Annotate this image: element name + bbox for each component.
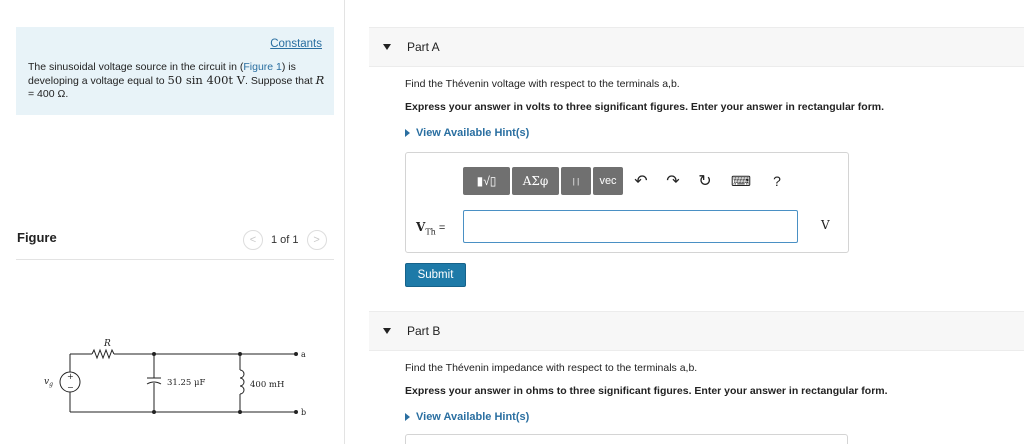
node-dot-3 bbox=[152, 410, 156, 414]
terminal-a-label: a bbox=[301, 350, 306, 359]
resistor-symbol: R bbox=[315, 73, 325, 87]
figure-pager: < 1 of 1 > bbox=[243, 230, 327, 250]
undo-icon: ↶ bbox=[634, 173, 648, 190]
resistor-label: R bbox=[103, 339, 111, 349]
absolute-value-button[interactable]: | | bbox=[561, 167, 591, 195]
part-b-answer-box bbox=[405, 434, 848, 444]
chevron-right-icon: > bbox=[313, 234, 320, 246]
keyboard-button[interactable]: ⌨ bbox=[721, 167, 761, 195]
redo-button[interactable]: ↷ bbox=[657, 167, 689, 195]
templates-button[interactable]: ▮√▯ bbox=[463, 167, 510, 195]
caret-right-icon bbox=[405, 413, 410, 421]
vth-unit: V bbox=[821, 218, 830, 232]
math-toolbar: ▮√▯ ΑΣφ | | vec ↶ ↷ ↻ ⌨ ? bbox=[463, 167, 793, 195]
capacitor-label: 31.25 μF bbox=[167, 378, 206, 388]
problem-info-box: Constants The sinusoidal voltage source … bbox=[16, 27, 334, 115]
resistor-value: = 400 Ω. bbox=[28, 88, 69, 100]
part-a-instruction: Express your answer in volts to three si… bbox=[405, 101, 885, 113]
voltage-expression: 50 sin 400t V bbox=[167, 73, 245, 87]
problem-text-3: . Suppose that bbox=[245, 75, 316, 87]
undo-button[interactable]: ↶ bbox=[625, 167, 657, 195]
part-a-hint-link[interactable]: View Available Hint(s) bbox=[405, 127, 529, 139]
figure-divider bbox=[16, 259, 334, 260]
source-minus: − bbox=[67, 383, 74, 392]
help-icon: ? bbox=[773, 173, 781, 189]
circuit-diagram: R vg + − 31.25 μF 400 mH a b bbox=[44, 339, 306, 417]
problem-text-1: The sinusoidal voltage source in the cir… bbox=[28, 61, 244, 73]
redo-icon: ↷ bbox=[666, 173, 680, 190]
part-b-header[interactable]: Part B bbox=[369, 311, 1024, 351]
node-dot-1 bbox=[152, 352, 156, 356]
source-plus: + bbox=[67, 372, 74, 381]
part-a-header[interactable]: Part A bbox=[369, 27, 1024, 67]
part-a-answer-box: ▮√▯ ΑΣφ | | vec ↶ ↷ ↻ ⌨ ? VTh = V bbox=[405, 152, 849, 253]
part-b-hint-link[interactable]: View Available Hint(s) bbox=[405, 411, 529, 423]
part-b-title: Part B bbox=[407, 324, 441, 338]
part-b-hint-label: View Available Hint(s) bbox=[416, 411, 530, 423]
submit-button[interactable]: Submit bbox=[405, 263, 466, 287]
reset-icon: ↻ bbox=[698, 173, 712, 190]
pager-count: 1 of 1 bbox=[271, 234, 299, 246]
left-panel: Constants The sinusoidal voltage source … bbox=[0, 0, 345, 444]
part-a-question: Find the Thévenin voltage with respect t… bbox=[405, 78, 680, 90]
vector-button[interactable]: vec bbox=[593, 167, 623, 195]
figure-heading: Figure bbox=[17, 230, 57, 245]
part-a-hint-label: View Available Hint(s) bbox=[416, 127, 530, 139]
right-panel: Part A Find the Thévenin voltage with re… bbox=[346, 0, 1024, 444]
part-b-question: Find the Thévenin impedance with respect… bbox=[405, 362, 698, 374]
resistor-symbol bbox=[91, 348, 115, 360]
vth-label: VTh = bbox=[416, 220, 446, 237]
reset-button[interactable]: ↻ bbox=[689, 167, 721, 195]
greek-symbols-button[interactable]: ΑΣφ bbox=[512, 167, 559, 195]
vth-answer-input[interactable] bbox=[463, 210, 798, 243]
problem-statement: The sinusoidal voltage source in the cir… bbox=[28, 61, 328, 101]
inductor-label: 400 mH bbox=[250, 380, 284, 390]
caret-down-icon bbox=[383, 44, 391, 50]
caret-down-icon bbox=[383, 328, 391, 334]
terminal-b-dot bbox=[294, 410, 298, 414]
prev-figure-button[interactable]: < bbox=[243, 230, 263, 250]
node-dot-4 bbox=[238, 410, 242, 414]
keyboard-icon: ⌨ bbox=[730, 172, 752, 189]
source-label: vg bbox=[44, 377, 53, 388]
terminal-b-label: b bbox=[301, 408, 306, 417]
part-b-instruction: Express your answer in ohms to three sig… bbox=[405, 385, 888, 397]
inductor-symbol bbox=[239, 369, 245, 395]
part-a-title: Part A bbox=[407, 40, 440, 54]
help-button[interactable]: ? bbox=[761, 167, 793, 195]
terminal-a-dot bbox=[294, 352, 298, 356]
caret-right-icon bbox=[405, 129, 410, 137]
chevron-left-icon: < bbox=[249, 234, 257, 246]
figure-link[interactable]: Figure 1 bbox=[243, 61, 282, 73]
next-figure-button[interactable]: > bbox=[306, 230, 327, 250]
node-dot-2 bbox=[238, 352, 242, 356]
constants-link[interactable]: Constants bbox=[270, 38, 322, 50]
